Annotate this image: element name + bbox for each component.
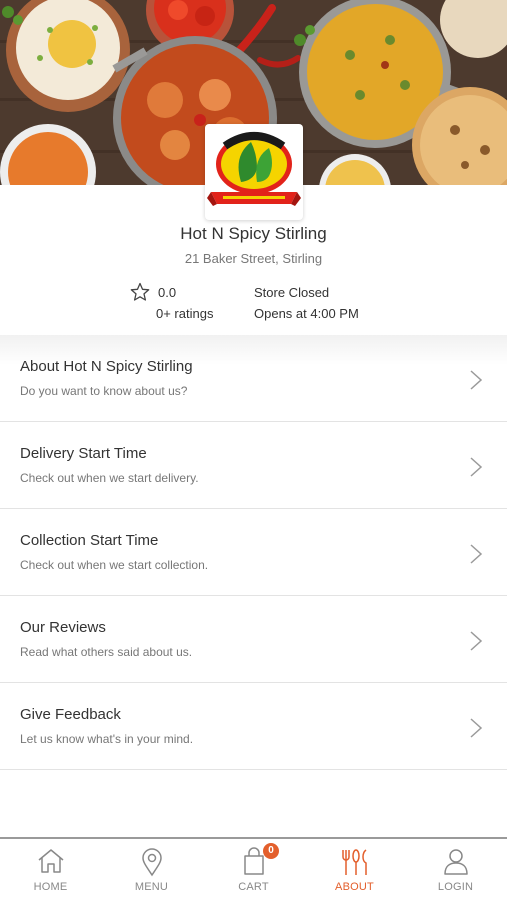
chevron-right-icon — [470, 718, 483, 738]
menu-item-feedback[interactable]: Give Feedback Let us know what's in your… — [0, 683, 507, 770]
chevron-right-icon — [470, 370, 483, 390]
nav-about-label: ABOUT — [335, 881, 374, 893]
menu-item-reviews[interactable]: Our Reviews Read what others said about … — [0, 596, 507, 683]
nav-cart[interactable]: 0 CART — [203, 839, 304, 900]
nav-home-label: HOME — [33, 881, 68, 893]
rating-value: 0.0 — [158, 285, 177, 300]
nav-login[interactable]: LOGIN — [405, 839, 506, 900]
store-address: 21 Baker Street, Stirling — [184, 251, 323, 266]
restaurant-logo — [205, 124, 303, 220]
store-status: Store Closed — [254, 285, 330, 300]
menu-item-title: Give Feedback — [20, 706, 121, 723]
nav-cart-label: CART — [238, 881, 269, 893]
rating-count: 0+ ratings — [156, 306, 214, 321]
opening-time: Opens at 4:00 PM — [254, 306, 359, 321]
store-name: Hot N Spicy Stirling — [180, 224, 327, 243]
menu-item-collection-time[interactable]: Collection Start Time Check out when we … — [0, 509, 507, 596]
menu-item-subtitle: Check out when we start collection. — [20, 558, 209, 572]
menu-item-subtitle: Let us know what's in your mind. — [20, 732, 194, 746]
menu-item-subtitle: Read what others said about us. — [20, 645, 193, 659]
menu-item-title: Collection Start Time — [20, 532, 159, 549]
star-icon — [130, 282, 150, 301]
menu-item-title: Delivery Start Time — [20, 445, 147, 462]
nav-menu[interactable]: MENU — [101, 839, 202, 900]
chevron-right-icon — [470, 457, 483, 477]
menu-item-subtitle: Do you want to know about us? — [20, 384, 188, 398]
menu-item-about[interactable]: About Hot N Spicy Stirling Do you want t… — [0, 335, 507, 422]
nav-home[interactable]: HOME — [0, 839, 101, 900]
rating-block: 0.0 0+ ratings — [130, 282, 230, 322]
menu-item-title: Our Reviews — [20, 619, 106, 636]
menu-item-delivery-time[interactable]: Delivery Start Time Check out when we st… — [0, 422, 507, 509]
location-pin-icon — [141, 848, 162, 877]
bottom-nav: HOME MENU 0 CART ABOUT LOGIN — [0, 837, 507, 900]
nav-menu-label: MENU — [134, 881, 169, 893]
nav-login-label: LOGIN — [437, 881, 474, 893]
cart-count-badge: 0 — [263, 843, 279, 859]
user-icon — [443, 849, 468, 875]
chevron-right-icon — [470, 631, 483, 651]
menu-item-subtitle: Check out when we start delivery. — [20, 471, 199, 485]
store-status-block: Store Closed Opens at 4:00 PM — [254, 282, 394, 322]
cutlery-icon — [341, 849, 367, 875]
nav-about[interactable]: ABOUT — [304, 839, 405, 900]
chevron-right-icon — [470, 544, 483, 564]
menu-item-title: About Hot N Spicy Stirling — [20, 358, 193, 375]
home-icon — [38, 849, 63, 873]
info-menu-list: About Hot N Spicy Stirling Do you want t… — [0, 335, 507, 770]
